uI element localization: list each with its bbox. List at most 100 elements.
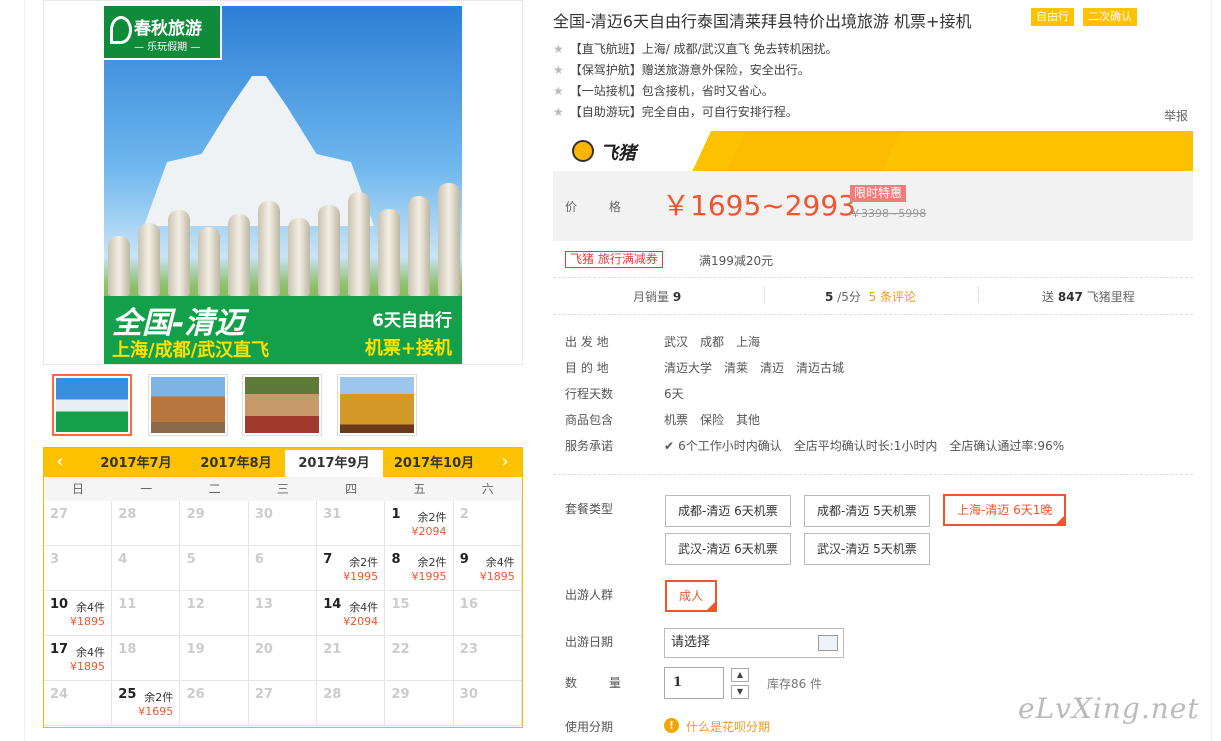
banner-subtitle: 上海/成都/武汉直飞 <box>112 340 270 361</box>
day-number: 20 <box>254 642 273 657</box>
next-month-icon[interactable]: › <box>495 452 515 472</box>
detail-label-includes: 商品包含 <box>565 413 614 427</box>
price-label: 价 格 <box>565 200 635 214</box>
package-option[interactable]: 成都-清迈 5天机票 <box>804 495 930 527</box>
installment-link[interactable]: 什么是花呗分期 <box>686 718 770 735</box>
day-number: 14 <box>323 597 342 612</box>
detail-label-days: 行程天数 <box>565 387 614 401</box>
coupon-badge[interactable]: 飞猪 旅行满减券 <box>565 251 663 268</box>
increment-icon[interactable]: ▲ <box>731 668 749 682</box>
day-number: 1 <box>391 507 401 522</box>
brand-logo: 春秋旅游 — 乐玩假期 — <box>104 6 222 60</box>
day-number: 10 <box>50 597 69 612</box>
package-option[interactable]: 成都-清迈 6天机票 <box>665 495 791 527</box>
calendar-day[interactable]: 10 余4件 ¥1895 <box>44 591 112 636</box>
package-option[interactable]: 武汉-清迈 5天机票 <box>804 533 930 565</box>
tab-month-1[interactable]: 2017年7月 <box>88 450 184 477</box>
detail-label-departure: 出 发 地 <box>565 335 609 349</box>
installment-label: 使用分期 <box>565 720 614 734</box>
day-stock: 余4件 <box>76 601 105 614</box>
day-price: ¥1995 <box>343 570 379 583</box>
calendar-day: 11 <box>112 591 181 636</box>
day-number: 9 <box>459 552 469 567</box>
day-number: 22 <box>391 642 410 657</box>
calendar-day: 29 <box>180 501 249 546</box>
thumbnail-2[interactable] <box>148 374 228 436</box>
day-stock: 余4件 <box>76 646 105 659</box>
report-link[interactable]: 举报 <box>1164 107 1188 124</box>
date-input[interactable]: 请选择 <box>664 628 844 658</box>
day-number: 29 <box>186 507 205 522</box>
detail-values-service: ✔ 6个工作小时内确认 全店平均确认时长:1小时内 全店确认通过率:96% <box>664 439 1065 453</box>
price-range: ￥1695~2993 <box>662 189 856 222</box>
calendar-day: 20 <box>248 636 317 681</box>
qty-label: 数 量 <box>565 676 635 690</box>
platform-bar <box>553 131 1193 171</box>
prev-month-icon[interactable]: ‹ <box>50 452 70 472</box>
weekday-label: 三 <box>276 482 289 496</box>
calendar-day: 28 <box>112 501 181 546</box>
calendar-day[interactable]: 17 余4件 ¥1895 <box>44 636 112 681</box>
package-option-selected[interactable]: 上海-清迈 6天1晚 <box>943 494 1067 526</box>
day-stock: 余2件 <box>144 691 174 704</box>
package-label: 套餐类型 <box>565 502 614 516</box>
day-price: ¥1895 <box>70 660 105 673</box>
calendar-day[interactable]: 1 余2件 ¥2094 <box>385 501 454 546</box>
image-banner: 全国-清迈 上海/成都/武汉直飞 6天自由行 机票+接机 <box>104 296 462 364</box>
calendar-day: 30 <box>248 501 317 546</box>
calendar-day: 23 <box>453 636 522 681</box>
day-number: 16 <box>459 597 478 612</box>
tag-reconfirm: 二次确认 <box>1083 8 1137 26</box>
calendar-day[interactable]: 8 余2件 ¥1995 <box>385 546 454 591</box>
check-icon: ✔ <box>664 439 675 453</box>
alert-icon: ! <box>664 718 679 733</box>
day-price: ¥2094 <box>411 525 447 538</box>
calendar-day: 4 <box>112 546 181 591</box>
day-number: 2 <box>459 507 469 522</box>
thumbnail-1[interactable] <box>52 374 132 436</box>
fliggy-logo-icon <box>572 140 594 162</box>
divider <box>764 287 765 303</box>
day-number: 7 <box>323 552 333 567</box>
day-number: 27 <box>50 507 69 522</box>
tab-month-4[interactable]: 2017年10月 <box>386 450 482 477</box>
product-photo: 春秋旅游 — 乐玩假期 — 全国-清迈 上海/成都/武汉直飞 6天自由行 机票+… <box>104 6 462 364</box>
package-option[interactable]: 武汉-清迈 6天机票 <box>665 533 791 565</box>
day-number: 12 <box>186 597 205 612</box>
tab-month-3[interactable]: 2017年9月 <box>285 450 383 477</box>
star-icon: ★ <box>553 84 564 98</box>
banner-includes: 机票+接机 <box>364 338 452 359</box>
thumbnail-4[interactable] <box>337 374 417 436</box>
platform-name: 飞猪 <box>600 143 636 164</box>
day-number: 25 <box>118 687 137 702</box>
calendar-day[interactable]: 14 余4件 ¥2094 <box>317 591 386 636</box>
calendar-day: 18 <box>112 636 181 681</box>
day-number: 27 <box>254 687 273 702</box>
feature-item: ★ 【直飞航班】上海/ 成都/武汉直飞 免去转机困扰。 <box>553 42 838 56</box>
thumbnail-3[interactable] <box>242 374 322 436</box>
weekday-label: 四 <box>345 482 358 496</box>
reviews-link[interactable]: 5 条评论 <box>869 290 916 304</box>
calendar-day: 13 <box>248 591 317 636</box>
calendar-day[interactable]: 7 余2件 ¥1995 <box>317 546 386 591</box>
feature-item: ★ 【一站接机】包含接机，省时又省心。 <box>553 84 774 98</box>
day-stock: 余4件 <box>485 556 515 569</box>
day-number: 30 <box>459 687 478 702</box>
quantity-input[interactable]: 1 <box>664 667 724 699</box>
calendar-day: 28 <box>317 681 386 726</box>
day-number: 28 <box>118 507 137 522</box>
calendar-icon[interactable] <box>818 635 838 651</box>
weekday-label: 五 <box>413 482 426 496</box>
calendar-day[interactable]: 9 余4件 ¥1895 <box>453 546 522 591</box>
watermark: eLvXing.net <box>1018 692 1200 725</box>
day-number: 19 <box>186 642 205 657</box>
logo-name: 春秋旅游 <box>134 19 202 39</box>
decrement-icon[interactable]: ▼ <box>731 685 749 699</box>
crowd-option-selected[interactable]: 成人 <box>665 580 718 612</box>
tab-month-2[interactable]: 2017年8月 <box>188 450 284 477</box>
calendar-day[interactable]: 25 余2件 ¥1695 <box>112 681 181 726</box>
star-icon: ★ <box>553 63 564 77</box>
calendar-day: 29 <box>385 681 454 726</box>
logo-slogan: — 乐玩假期 — <box>134 42 201 53</box>
detail-values-includes: 机票 保险 其他 <box>664 413 761 427</box>
